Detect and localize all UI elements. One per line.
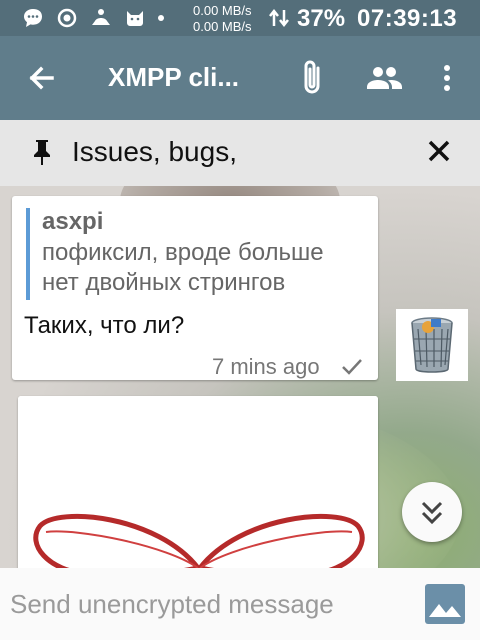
- delivered-check-icon: [340, 356, 364, 378]
- quote-text-line1: пофиксил, вроде больше: [42, 239, 324, 266]
- double-chevron-down-icon: [421, 501, 443, 525]
- pinned-message-bar[interactable]: Issues, bugs,: [0, 120, 480, 186]
- meditation-icon: [90, 7, 112, 29]
- net-down-speed: 0.00 MB/s: [193, 19, 252, 34]
- notification-icons: [22, 7, 164, 29]
- quote-text-line2: нет двойных стрингов: [42, 269, 286, 296]
- message-bubble[interactable]: asxpi пофиксил, вроде больше нет двойных…: [12, 196, 378, 380]
- cat-icon: [124, 7, 146, 29]
- net-up-speed: 0.00 MB/s: [193, 3, 252, 18]
- more-notifications-dot-icon: [158, 15, 164, 21]
- pinned-message-text: Issues, bugs,: [72, 136, 237, 167]
- conversation-title[interactable]: XMPP cli...: [108, 62, 239, 93]
- pin-icon: [26, 136, 58, 168]
- close-icon[interactable]: [422, 134, 456, 168]
- message-text: Таких, что ли?: [24, 312, 185, 339]
- overflow-menu-icon[interactable]: [432, 60, 462, 96]
- message-timestamp: 7 mins ago: [212, 354, 320, 379]
- image-message[interactable]: [18, 396, 378, 568]
- quoted-message[interactable]: asxpi пофиксил, вроде больше нет двойных…: [26, 208, 366, 300]
- composer-bar: [0, 568, 480, 640]
- data-transfer-icon: [268, 6, 290, 35]
- scroll-to-bottom-button[interactable]: [402, 482, 462, 542]
- target-icon: [56, 7, 78, 29]
- trash-bin-icon: [411, 317, 453, 373]
- send-image-icon[interactable]: [424, 583, 466, 625]
- clock: 07:39:13: [357, 5, 458, 32]
- quote-author: asxpi: [42, 208, 104, 235]
- chat-bubble-icon: [22, 7, 44, 29]
- participants-icon[interactable]: [364, 60, 404, 96]
- network-speed: 0.00 MB/s 0.00 MB/s: [193, 3, 252, 35]
- toolbar: XMPP cli...: [0, 36, 480, 120]
- ribbon-image: [18, 396, 378, 568]
- battery-level: 37%: [297, 5, 346, 32]
- avatar[interactable]: [396, 309, 468, 381]
- attachment-icon[interactable]: [296, 58, 328, 98]
- status-bar: 0.00 MB/s 0.00 MB/s 37% 07:39:13: [0, 0, 480, 36]
- back-arrow-icon[interactable]: [24, 60, 60, 96]
- chat-area[interactable]: asxpi пофиксил, вроде больше нет двойных…: [0, 186, 480, 568]
- message-input[interactable]: [10, 576, 406, 632]
